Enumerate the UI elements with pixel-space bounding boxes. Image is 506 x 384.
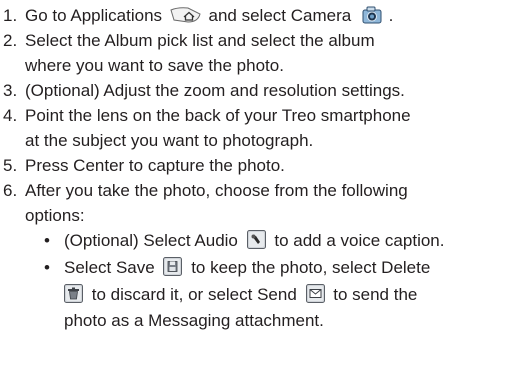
step-text: Point the lens on the back of your Treo … xyxy=(25,106,411,125)
step-number: 5. xyxy=(3,156,18,175)
applications-home-icon xyxy=(170,6,202,24)
bullet-text: to send the xyxy=(333,285,418,304)
delete-icon xyxy=(64,284,83,304)
bullet-text: to keep the photo, select Delete xyxy=(191,258,431,277)
step-number: 3. xyxy=(3,81,18,100)
step-number: 1. xyxy=(3,6,18,25)
bullet-text: to add a voice caption. xyxy=(274,231,445,250)
bullet-text: to discard it, or select Send xyxy=(91,285,297,304)
step-text: After you take the photo, choose from th… xyxy=(25,181,408,200)
step-number: 6. xyxy=(3,181,18,200)
bullet-symbol: • xyxy=(44,231,50,250)
save-icon xyxy=(163,257,183,277)
step-text: (Optional) Adjust the zoom and resolutio… xyxy=(25,81,405,100)
step-text: at the subject you want to photograph. xyxy=(25,131,314,150)
bullet-symbol: • xyxy=(44,258,50,277)
bullet-text: Select Save xyxy=(64,258,155,277)
send-icon xyxy=(305,284,325,304)
camera-icon xyxy=(361,5,383,25)
audio-icon xyxy=(246,230,266,250)
step-text: . xyxy=(388,6,394,25)
step-text: Press Center to capture the photo. xyxy=(25,156,285,175)
bullet-text: photo as a Messaging attachment. xyxy=(64,311,324,330)
step-number: 2. xyxy=(3,31,18,50)
step-text: Go to Applications xyxy=(25,6,163,25)
bullet-text: (Optional) Select Audio xyxy=(64,231,238,250)
step-text: and select Camera xyxy=(208,6,352,25)
step-text: options: xyxy=(25,206,85,225)
step-text: Select the Album pick list and select th… xyxy=(25,31,375,50)
step-text: where you want to save the photo. xyxy=(25,56,284,75)
step-number: 4. xyxy=(3,106,18,125)
